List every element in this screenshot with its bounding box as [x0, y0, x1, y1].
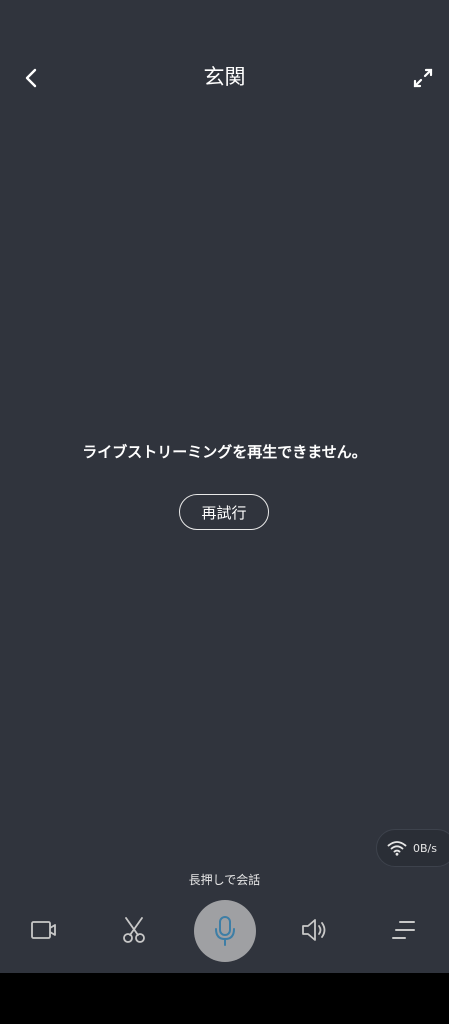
push-to-talk-button[interactable]: [194, 900, 256, 962]
speaker-icon: [302, 919, 326, 941]
microphone-icon: [215, 916, 235, 946]
expand-icon: [413, 68, 433, 88]
record-button[interactable]: [24, 910, 64, 950]
video-camera-icon: [31, 921, 56, 939]
talk-hint: 長押しで会話: [188, 873, 261, 887]
retry-button[interactable]: 再試行: [179, 494, 269, 530]
stream-error-message: ライブストリーミングを再生できません。: [82, 443, 367, 461]
live-view-screen: 玄関 ライブストリーミングを再生できません。 再試行 0B/s 長押しで会話: [0, 0, 449, 973]
header-bar: 玄関: [0, 52, 449, 102]
scissors-icon: [123, 917, 145, 943]
network-speed-badge: 0B/s: [376, 829, 449, 867]
wifi-icon: [387, 841, 407, 856]
speaker-button[interactable]: [294, 910, 334, 950]
menu-button[interactable]: [384, 910, 424, 950]
network-speed-value: 0B/s: [413, 841, 437, 855]
page-title: 玄関: [203, 65, 246, 89]
screenshot-button[interactable]: [114, 910, 154, 950]
menu-lines-icon: [392, 921, 415, 939]
system-nav-area: [0, 973, 449, 1024]
fullscreen-button[interactable]: [406, 61, 440, 95]
